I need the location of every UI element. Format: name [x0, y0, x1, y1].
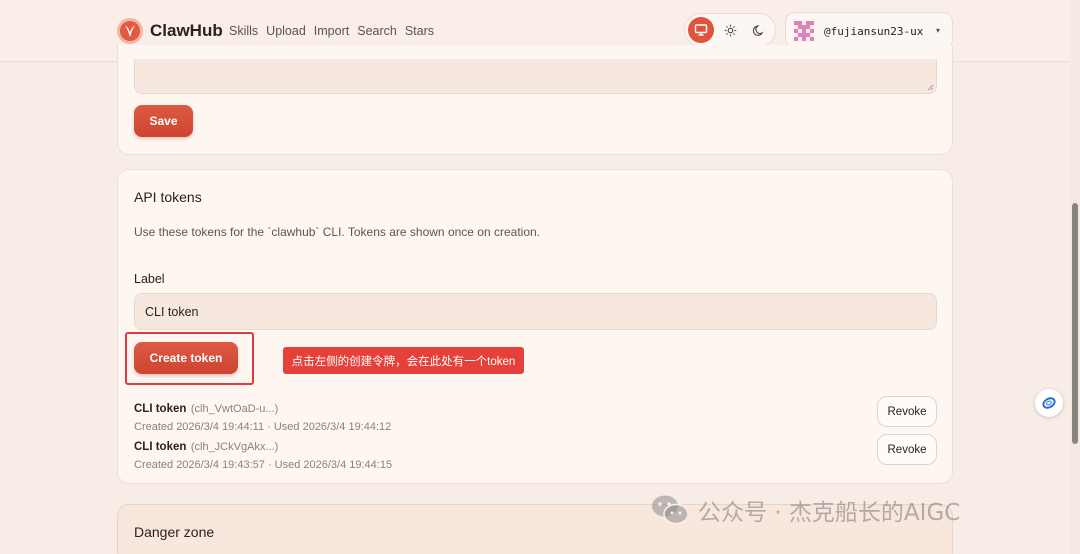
wechat-icon: [652, 495, 689, 525]
brand-name[interactable]: ClawHub: [150, 21, 223, 41]
theme-dark-button[interactable]: [746, 17, 772, 43]
watermark-text: 公众号 · 杰克船长的AIGC: [698, 500, 961, 526]
token-name: CLI token: [134, 441, 187, 453]
nav-stars[interactable]: Stars: [405, 24, 434, 38]
api-tokens-title: API tokens: [134, 189, 202, 205]
floating-assistant-button[interactable]: [1035, 389, 1063, 417]
profile-card: Save: [117, 45, 953, 155]
assistant-icon: [1042, 397, 1056, 409]
user-handle: @fujiansun23-ux: [824, 25, 924, 38]
nav-import[interactable]: Import: [314, 24, 349, 38]
token-prefix: (clh_JCkVgAkx...): [190, 441, 279, 453]
token-row: CLI token (clh_JCkVgAkx...) Created 2026…: [134, 434, 937, 471]
monitor-icon: [694, 24, 708, 36]
token-label-input[interactable]: [134, 293, 937, 330]
main-nav: Skills Upload Import Search Stars: [229, 24, 434, 38]
token-name: CLI token: [134, 403, 187, 415]
annotation-callout: 点击左侧的创建令牌，会在此处有一个token: [283, 347, 524, 374]
user-menu[interactable]: @fujiansun23-ux ▾: [785, 12, 953, 49]
token-meta: Created 2026/3/4 19:44:11 · Used 2026/3/…: [134, 421, 392, 433]
revoke-button[interactable]: Revoke: [877, 434, 937, 465]
api-tokens-card: API tokens Use these tokens for the `cla…: [117, 169, 953, 484]
save-button[interactable]: Save: [134, 105, 193, 137]
nav-skills[interactable]: Skills: [229, 24, 258, 38]
chevron-down-icon: ▾: [936, 26, 941, 35]
scrollbar-thumb[interactable]: [1072, 203, 1078, 444]
moon-icon: [752, 24, 764, 36]
token-meta: Created 2026/3/4 19:43:57 · Used 2026/3/…: [134, 459, 393, 471]
bio-textarea[interactable]: [134, 59, 937, 94]
avatar: [794, 21, 814, 41]
theme-switcher: [684, 13, 776, 47]
create-token-button[interactable]: Create token: [134, 342, 238, 374]
theme-system-button[interactable]: [688, 17, 714, 43]
token-row: CLI token (clh_VwtOaD-u...) Created 2026…: [134, 396, 937, 433]
watermark: 公众号 · 杰克船长的AIGC: [650, 492, 960, 528]
token-label-caption: Label: [134, 272, 165, 286]
api-tokens-description: Use these tokens for the `clawhub` CLI. …: [134, 225, 541, 239]
sun-icon: [724, 24, 736, 36]
nav-upload[interactable]: Upload: [266, 24, 306, 38]
theme-light-button[interactable]: [717, 17, 743, 43]
revoke-button[interactable]: Revoke: [877, 396, 937, 427]
resize-grip-icon[interactable]: [926, 83, 934, 91]
token-prefix: (clh_VwtOaD-u...): [190, 403, 279, 415]
clawhub-logo-icon[interactable]: [116, 17, 144, 45]
nav-search[interactable]: Search: [357, 24, 397, 38]
danger-zone-title: Danger zone: [134, 524, 215, 540]
